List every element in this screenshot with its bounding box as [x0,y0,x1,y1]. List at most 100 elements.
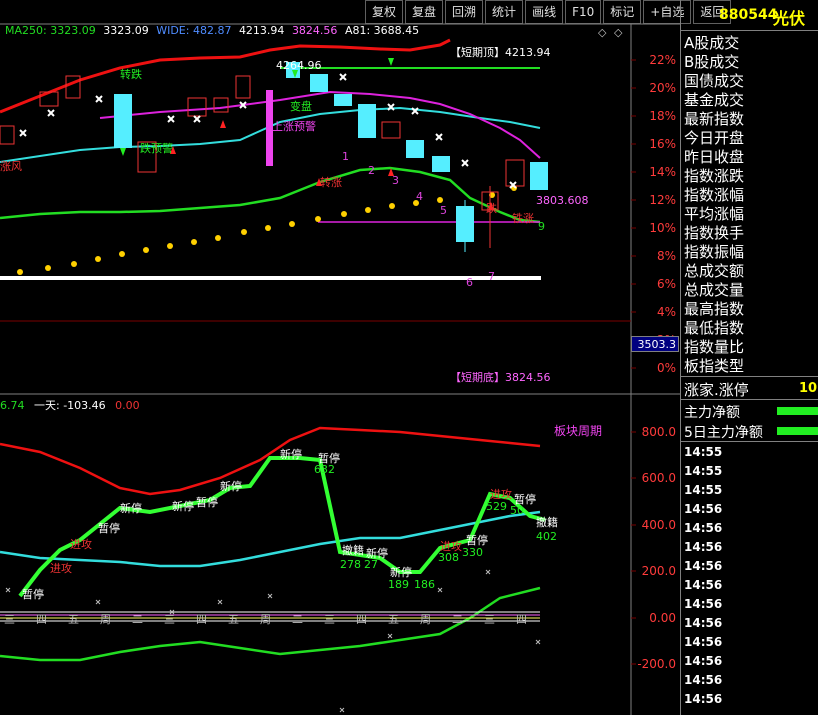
jingong-label-2: 进攻 [50,562,72,575]
main-chart: 1 2 3 4 5 6 7 9 [0,23,680,715]
capital-divider [681,441,818,442]
metric-item[interactable]: 指数振幅 [684,241,744,262]
metric-item[interactable]: 指数换手 [684,222,744,243]
v50-label: 50 [510,504,524,517]
svg-text:5: 5 [440,204,447,217]
metric-item[interactable]: 平均涨幅 [684,203,744,224]
capital-row[interactable]: 主力净额 [681,401,818,421]
candles [0,62,548,252]
metric-item[interactable]: 板指类型 [684,355,744,376]
svg-text:3: 3 [392,174,399,187]
week-label: 四 [36,613,47,626]
tiezhang-label: 铁涨 [512,212,534,225]
shangzhang-label: 上涨预警 [272,120,316,133]
metric-item[interactable]: 最新指数 [684,108,744,129]
svg-text:4: 4 [416,190,423,203]
metric-item[interactable]: 指数量比 [684,336,744,357]
short-top-label: 【短期顶】4213.94 [450,46,551,59]
time-item: 14:56 [684,654,723,668]
price-axis-label: 16% [649,137,676,151]
price-axis-label: 4% [656,305,676,319]
zhangjia-value: 102 [799,381,818,396]
time-item: 14:56 [684,559,723,573]
xinting-label-4: 新停 [220,480,242,493]
chejin-label-1: 撤籍 [342,544,364,557]
week-label: 五 [68,613,79,626]
short-bottom-label: 【短期底】3824.56 [450,371,551,384]
metric-item[interactable]: 指数涨跌 [684,165,744,186]
zhuanzhang-label: 转涨 [320,176,342,189]
bottom-x-marks [5,569,541,713]
week-label: 周 [260,613,271,626]
time-item: 14:56 [684,616,723,630]
metric-item[interactable]: 国债成交 [684,70,744,91]
capital-bar [777,427,818,435]
bottom-axis-label: 400.0 [641,518,676,532]
bottom-left-val: 6.74 [0,399,25,412]
capital-label: 主力净额 [684,405,740,421]
v632-label: 632 [314,463,335,476]
chejin-label-2: 撤籍 [536,516,558,529]
metric-item[interactable]: 昨日收盘 [684,146,744,167]
v27-label: 27 [364,558,378,571]
time-item: 14:56 [684,540,723,554]
week-label: 二 [132,613,143,626]
svg-text:9: 9 [538,220,545,233]
metric-item[interactable]: 指数涨幅 [684,184,744,205]
price-axis-label: 22% [649,53,676,67]
v189-label: 189 [388,578,409,591]
xinting-label-2: 新停 [120,502,142,515]
svg-text:7: 7 [488,270,495,283]
xinting-label-3: 新停 [172,500,194,513]
price-axis-label: 18% [649,109,676,123]
svg-text:6: 6 [466,276,473,289]
bottom-axis-label: 600.0 [641,471,676,485]
week-label: 三 [484,613,495,626]
biandan-label: 变盘 [290,100,312,113]
metric-item[interactable]: 总成交量 [684,279,744,300]
zero-label: 0.00 [115,399,140,412]
header-divider [681,30,818,31]
bottom-axis-label: 800.0 [641,425,676,439]
bottom-axis-label: 0.00 [649,611,676,625]
v186-label: 186 [414,578,435,591]
time-item: 14:56 [684,673,723,687]
time-item: 14:56 [684,578,723,592]
metrics-divider [681,376,818,377]
week-label: 四 [356,613,367,626]
svg-text:2: 2 [368,164,375,177]
price-axis-label: 8% [656,249,676,263]
stock-header: 880544 光伏 [681,0,818,30]
metric-item[interactable]: 基金成交 [684,89,744,110]
metric-item[interactable]: 最高指数 [684,298,744,319]
time-item: 14:56 [684,635,723,649]
capital-row[interactable]: 5日主力净额 [681,421,818,441]
time-item: 14:56 [684,597,723,611]
v529-label: 529 [486,500,507,513]
dieyujing-label: 跌预警 [140,142,173,155]
week-label: 五 [388,613,399,626]
time-item: 14:56 [684,502,723,516]
metric-item[interactable]: 最低指数 [684,317,744,338]
price-axis-label: 10% [649,221,676,235]
metric-item[interactable]: A股成交 [684,32,739,53]
time-item: 14:55 [684,483,723,497]
price-4264-label: 4264.96 [276,59,322,72]
bottom-axis-label: 200.0 [641,564,676,578]
zhangjia-divider [681,399,818,400]
metric-item[interactable]: 今日开盘 [684,127,744,148]
price-axis-label: 12% [649,193,676,207]
zhangfeng-label: 涨风 [0,160,22,173]
price-axis-label: 14% [649,165,676,179]
week-label: 二 [292,613,303,626]
time-item: 14:55 [684,464,723,478]
week-label: 三 [164,613,175,626]
metric-item[interactable]: B股成交 [684,51,739,72]
price-axis-label: 0% [656,361,676,375]
week-row: 三四五周二三四五周二三四五周二三四 [0,611,560,626]
metric-item[interactable]: 总成交额 [684,260,744,281]
price-box: 3503.3 [631,336,679,352]
bottom-axis-label: -200.0 [637,657,676,671]
v330-label: 330 [462,546,483,559]
svg-text:1: 1 [342,150,349,163]
